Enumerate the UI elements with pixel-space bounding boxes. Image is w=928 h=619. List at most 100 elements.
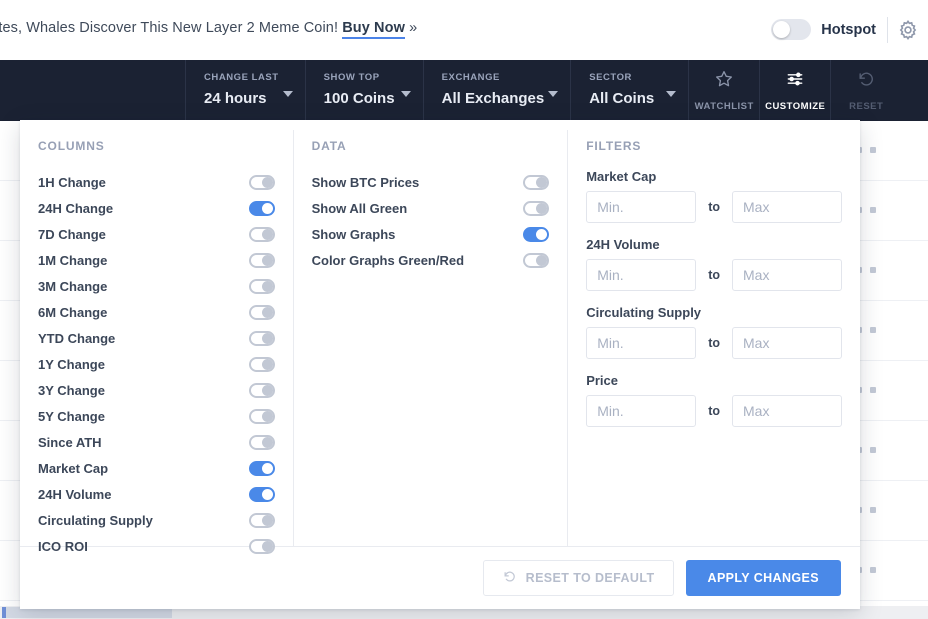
column-option-toggle[interactable] <box>248 226 275 242</box>
filter-min-input[interactable] <box>586 259 697 291</box>
column-option-row[interactable]: 3Y Change <box>38 377 275 403</box>
row-sparkline-dots <box>856 207 892 214</box>
column-option-row[interactable]: 1H Change <box>38 169 275 195</box>
filter-max-input[interactable] <box>732 327 842 359</box>
column-option-row[interactable]: ICO ROI <box>38 533 275 559</box>
column-option-toggle[interactable] <box>248 304 275 320</box>
data-section-title: DATA <box>311 139 347 153</box>
data-section: DATA Show BTC Prices Show All Green Show G… <box>292 130 568 546</box>
column-option-label: 7D Change <box>38 226 106 242</box>
watchlist-button[interactable]: WATCHLIST <box>688 60 759 121</box>
undo-icon <box>502 569 517 587</box>
reset-to-default-button[interactable]: RESET TO DEFAULT <box>482 560 674 596</box>
columns-section: COLUMNS 1H Change 24H Change 7D Change 1M C… <box>20 130 293 554</box>
customize-panel-columns: COLUMNS 1H Change 24H Change 7D Change 1M C… <box>20 120 860 554</box>
chevron-down-icon <box>548 91 559 97</box>
data-option-list: Show BTC Prices Show All Green Show Graphs… <box>312 169 550 273</box>
column-option-row[interactable]: Since ATH <box>38 429 275 455</box>
data-option-label: Show Graphs <box>311 226 396 242</box>
column-option-toggle[interactable] <box>248 278 275 294</box>
data-option-label: Show All Green <box>311 200 408 216</box>
buy-now-link[interactable]: Buy Now <box>342 20 405 39</box>
column-option-toggle[interactable] <box>248 200 275 216</box>
column-option-toggle[interactable] <box>248 174 275 190</box>
filter-max-input[interactable] <box>732 395 842 427</box>
column-option-row[interactable]: 24H Volume <box>38 481 275 507</box>
column-option-toggle[interactable] <box>248 382 275 398</box>
column-option-row[interactable]: 7D Change <box>38 221 275 247</box>
column-option-label: 3M Change <box>38 278 108 294</box>
promo-banner: nutes, Whales Discover This New Layer 2 … <box>0 0 928 60</box>
data-option-row[interactable]: Show All Green <box>312 195 550 221</box>
data-option-row[interactable]: Show BTC Prices <box>312 169 550 195</box>
filter-max-input[interactable] <box>732 191 842 223</box>
filter-input-pair: to <box>586 395 842 427</box>
hotspot-toggle[interactable] <box>771 19 812 40</box>
exchange-select[interactable]: EXCHANGE All Exchanges <box>422 60 571 121</box>
reset-button[interactable]: RESET <box>830 60 901 121</box>
column-option-label: Since ATH <box>38 434 102 450</box>
data-option-toggle[interactable] <box>523 200 550 216</box>
filter-to-label: to <box>708 200 720 214</box>
column-option-label: 3Y Change <box>38 382 105 398</box>
filter-input-pair: to <box>586 327 842 359</box>
data-option-row[interactable]: Color Graphs Green/Red <box>312 247 550 273</box>
data-option-toggle[interactable] <box>523 226 550 242</box>
column-option-toggle[interactable] <box>248 486 275 502</box>
column-option-row[interactable]: 24H Change <box>38 195 275 221</box>
customize-button[interactable]: CUSTOMIZE <box>759 60 830 121</box>
column-option-toggle[interactable] <box>248 460 275 476</box>
column-option-toggle[interactable] <box>248 356 275 372</box>
row-sparkline-dots <box>856 327 892 334</box>
column-option-row[interactable]: YTD Change <box>38 325 275 351</box>
column-option-row[interactable]: Circulating Supply <box>38 507 275 533</box>
column-option-label: Market Cap <box>38 460 109 476</box>
filter-min-input[interactable] <box>586 395 697 427</box>
column-option-row[interactable]: 1M Change <box>38 247 275 273</box>
filter-group: Circulating Supply to <box>586 305 842 359</box>
sector-select[interactable]: SECTOR All Coins <box>570 60 688 121</box>
filter-min-input[interactable] <box>586 327 697 359</box>
star-icon <box>714 69 734 94</box>
sector-value: All Coins <box>589 90 655 107</box>
buy-now-arrow: » <box>409 20 418 36</box>
column-option-toggle[interactable] <box>248 252 275 268</box>
filter-toolbar: CHANGE LAST 24 hours SHOW TOP 100 Coins … <box>0 60 928 121</box>
column-option-row[interactable]: Market Cap <box>38 455 275 481</box>
column-option-label: 1H Change <box>38 174 106 190</box>
filter-group: Market Cap to <box>586 169 842 223</box>
filter-to-label: to <box>708 336 720 350</box>
column-option-toggle[interactable] <box>248 538 275 554</box>
columns-option-list: 1H Change 24H Change 7D Change 1M Change 3M … <box>38 169 275 559</box>
show-top-select[interactable]: SHOW TOP 100 Coins <box>304 60 423 121</box>
data-option-label: Show BTC Prices <box>311 174 420 190</box>
column-option-row[interactable]: 1Y Change <box>38 351 275 377</box>
column-option-label: Circulating Supply <box>38 512 153 528</box>
undo-icon <box>856 69 876 94</box>
data-option-row[interactable]: Show Graphs <box>312 221 550 247</box>
column-option-toggle[interactable] <box>248 512 275 528</box>
change-last-select[interactable]: CHANGE LAST 24 hours <box>185 60 305 121</box>
filter-min-input[interactable] <box>586 191 697 223</box>
filter-max-input[interactable] <box>732 259 842 291</box>
filter-group-label: Price <box>586 373 618 388</box>
column-option-toggle[interactable] <box>248 408 275 424</box>
row-sparkline-dots <box>856 387 892 394</box>
apply-changes-button[interactable]: APPLY CHANGES <box>685 560 841 596</box>
hotspot-control: Hotspot <box>771 19 876 40</box>
column-option-row[interactable]: 6M Change <box>38 299 275 325</box>
filters-group-list: Market Capto24H VolumetoCirculating Supp… <box>586 169 842 427</box>
data-option-toggle[interactable] <box>523 252 550 268</box>
data-option-toggle[interactable] <box>523 174 550 190</box>
customize-panel: COLUMNS 1H Change 24H Change 7D Change 1M C… <box>20 120 860 609</box>
gear-icon[interactable] <box>897 19 919 41</box>
column-option-toggle[interactable] <box>248 330 275 346</box>
column-option-label: 24H Change <box>38 200 114 216</box>
column-option-row[interactable]: 5Y Change <box>38 403 275 429</box>
show-top-value: 100 Coins <box>323 90 395 107</box>
column-option-row[interactable]: 3M Change <box>38 273 275 299</box>
customize-label: CUSTOMIZE <box>765 101 826 112</box>
column-option-toggle[interactable] <box>248 434 275 450</box>
filters-section: FILTERS Market Capto24H VolumetoCirculat… <box>567 130 860 546</box>
watchlist-label: WATCHLIST <box>694 101 754 112</box>
